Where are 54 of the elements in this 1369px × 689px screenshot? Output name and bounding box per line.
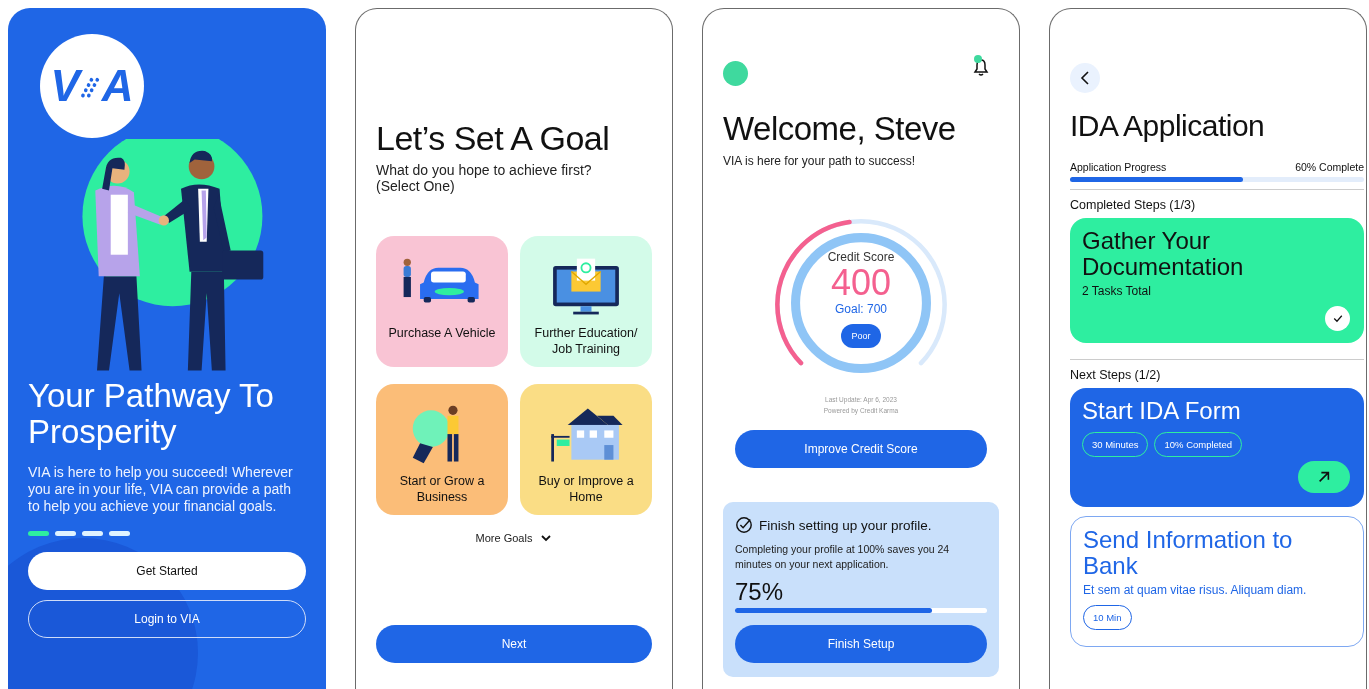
goal-label: Further Education/ Job Training xyxy=(533,325,639,357)
rating-badge: Poor xyxy=(841,324,881,348)
arrow-up-right-icon xyxy=(1317,470,1331,484)
goal-label: Start or Grow a Business xyxy=(398,473,486,505)
section-heading: Next Steps (1/2) xyxy=(1070,368,1162,382)
step-detail: Et sem at quam vitae risus. Aliquam diam. xyxy=(1083,583,1308,597)
goal-label: Buy or Improve a Home xyxy=(537,473,635,505)
check-circle-icon xyxy=(735,516,753,534)
step-title: Send Information to Bank xyxy=(1083,527,1294,579)
step-title: Start IDA Form xyxy=(1082,398,1242,424)
description-text: VIA is here to help you succeed! Wherever you are in your life, VIA can provide a path to help you achieve your financial goals. xyxy=(28,464,294,515)
subtitle-text: What do you hope to achieve first? xyxy=(376,162,593,178)
via-logo: V A xyxy=(40,34,144,138)
screen-title: Let’s Set A Goal xyxy=(376,119,611,158)
progress-percent: 75% xyxy=(735,578,785,606)
card-description: Completing your profile at 100% saves you 24 minutes on your next application. xyxy=(735,542,951,572)
screen-title: IDA Application xyxy=(1070,109,1266,143)
section-heading: Completed Steps (1/3) xyxy=(1070,198,1197,212)
goal-card[interactable]: Purchase A Vehicle xyxy=(376,236,508,367)
chevron-left-icon xyxy=(1079,70,1091,86)
open-arrow-button[interactable] xyxy=(1298,461,1350,493)
goal-label: Purchase A Vehicle xyxy=(388,325,496,342)
step-card[interactable]: Send Information to Bank Et sem at quam vitae risus. Aliquam diam. 10 Min xyxy=(1070,516,1364,647)
page-indicator[interactable] xyxy=(55,531,76,536)
subtitle-text: VIA is here for your path to success! xyxy=(723,154,917,168)
goal-card[interactable]: Start or Grow a Business xyxy=(376,384,508,515)
progress-label: Application Progress xyxy=(1070,161,1167,173)
more-goals-button[interactable]: More Goals xyxy=(469,531,559,545)
notification-bell-icon[interactable] xyxy=(971,56,991,77)
avatar-circle xyxy=(723,61,748,86)
page-indicator[interactable] xyxy=(109,531,130,536)
progress-percent: 60% Complete xyxy=(1295,161,1364,173)
step-title: Gather Your Documentation xyxy=(1082,228,1245,280)
goal-card[interactable]: Further Education/ Job Training xyxy=(520,236,652,367)
goal-text: Goal: 700 xyxy=(834,302,887,316)
screen-title: Your Pathway To Prosperity xyxy=(28,378,275,450)
check-icon xyxy=(1325,306,1350,331)
page-indicator[interactable] xyxy=(82,531,103,536)
next-button[interactable]: Next xyxy=(376,625,652,663)
goal-card[interactable]: Buy or Improve a Home xyxy=(520,384,652,515)
step-detail: 2 Tasks Total xyxy=(1082,284,1152,298)
improve-credit-score-button[interactable]: Improve Credit Score xyxy=(735,430,987,468)
credit-score-value: 400 xyxy=(830,264,892,302)
step-card[interactable]: Start IDA Form 30 Minutes 10% Completed xyxy=(1070,388,1364,507)
page-indicator[interactable] xyxy=(28,531,49,536)
screen-title: Welcome, Steve xyxy=(723,110,957,148)
card-title: Finish setting up your profile. xyxy=(759,517,932,533)
credit-score-label: Credit Score xyxy=(827,250,895,264)
finish-setup-button[interactable]: Finish Setup xyxy=(735,625,987,663)
back-button[interactable] xyxy=(1070,63,1100,93)
chevron-down-icon xyxy=(540,533,553,543)
subtitle-text: (Select One) xyxy=(376,178,456,194)
get-started-button[interactable]: Get Started xyxy=(28,552,306,590)
step-card[interactable]: Gather Your Documentation 2 Tasks Total xyxy=(1070,218,1364,343)
